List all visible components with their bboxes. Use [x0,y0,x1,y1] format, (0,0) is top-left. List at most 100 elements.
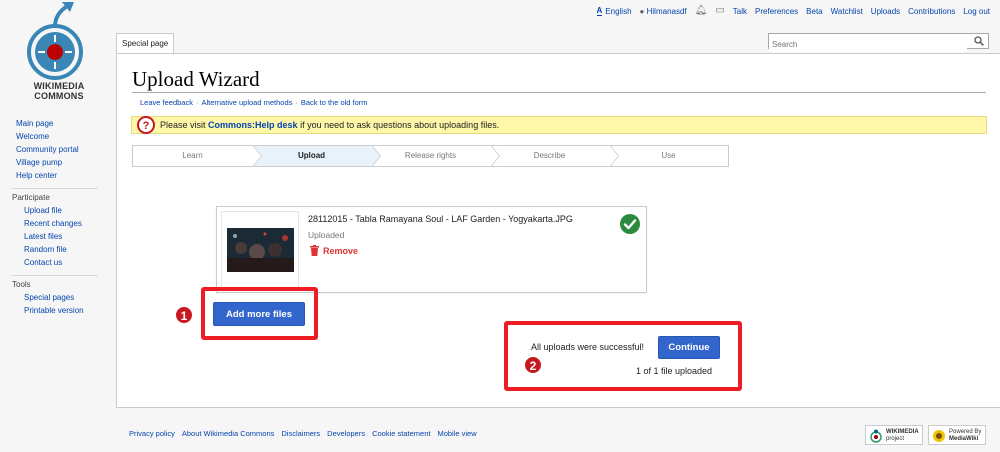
step-use: Use [609,146,728,166]
step-label: Learn [182,151,203,160]
trash-icon [310,245,319,256]
contributions-link[interactable]: Contributions [908,7,955,16]
add-more-files-button[interactable]: Add more files [213,302,305,326]
sidebar-tools: Tools Special pages Printable version [0,275,112,317]
notice-prefix: Please visit [160,120,209,130]
uploads-link[interactable]: Uploads [871,7,900,16]
step-label: Release rights [404,151,457,160]
back-to-old-form-link[interactable]: Back to the old form [301,98,368,107]
user-icon: ● [639,6,645,16]
file-status: Uploaded [308,230,345,240]
title-divider [132,92,986,93]
notices-tray-icon[interactable]: ▭ [715,6,724,16]
disclaimers-link[interactable]: Disclaimers [281,429,320,438]
upload-success-check-icon [620,214,640,234]
step-arrow-fill [490,145,499,167]
help-question-icon: ? [137,116,155,134]
subnav: Leave feedback · Alternative upload method… [140,98,368,107]
subnav-separator: · [195,98,199,107]
upload-success-message: All uploads were successful! [531,342,645,352]
sidebar-item-welcome[interactable]: Welcome [0,130,112,143]
talk-link[interactable]: Talk [733,7,747,16]
step-label: Describe [533,151,566,160]
mobile-view-link[interactable]: Mobile view [437,429,476,438]
mediawiki-sunflower-icon [933,430,945,442]
leave-feedback-link[interactable]: Leave feedback [140,98,193,107]
step-upload: Upload [252,145,381,167]
sidebar: Main page Welcome Community portal Villa… [0,117,112,323]
wordmark-line-1: WIKIMEDIA [33,81,85,91]
thumbnail-photo [227,228,294,272]
sidebar-navigation: Main page Welcome Community portal Villa… [0,117,112,182]
notice-suffix: if you need to ask questions about uploa… [297,120,500,130]
sidebar-item-latest-files[interactable]: Latest files [0,230,112,243]
logout-link[interactable]: Log out [963,7,990,16]
step-release-rights: Release rights [371,145,500,167]
help-notice: ? Please visit Commons:Help desk if you … [131,116,987,134]
wikimedia-project-badge[interactable]: WIKIMEDIA project [865,425,923,445]
about-link[interactable]: About Wikimedia Commons [182,429,275,438]
page-title: Upload Wizard [132,67,260,91]
callout-badge-2: 2 [524,356,542,374]
language-link[interactable]: English [605,7,631,16]
step-learn: Learn [133,145,262,167]
wordmark-line-2: COMMONS [34,91,84,101]
help-desk-link[interactable]: Commons:Help desk [208,120,298,130]
wizard-steps: Learn Upload Release rights Describe Use [132,145,729,167]
continue-button[interactable]: Continue [658,336,720,359]
user-link[interactable]: ● Hilmanasdf [640,7,687,16]
sidebar-item-special-pages[interactable]: Special pages [0,291,112,304]
step-label: Upload [297,151,326,160]
step-arrow-fill [252,145,261,167]
sidebar-item-printable-version[interactable]: Printable version [0,304,112,317]
username[interactable]: Hilmanasdf [647,7,687,16]
subnav-separator: · [295,98,298,107]
personal-tools: A English ● Hilmanasdf 🔔︎ ▭ Talk Prefere… [596,5,990,16]
wikimedia-commons-logo[interactable]: WIKIMEDIA COMMONS [14,0,104,108]
logo-wordmark: WIKIMEDIA COMMONS [18,81,100,101]
uploaded-count: 1 of 1 file uploaded [636,366,713,376]
sidebar-item-help-center[interactable]: Help center [0,169,112,182]
checkmark-icon [623,219,637,230]
callout-badge-1: 1 [175,306,193,324]
sidebar-item-contact-us[interactable]: Contact us [0,256,112,269]
sidebar-item-upload-file[interactable]: Upload file [0,204,112,217]
alternative-upload-methods-link[interactable]: Alternative upload methods [201,98,292,107]
search-icon[interactable] [974,36,984,46]
preferences-link[interactable]: Preferences [755,7,798,16]
language-icon: A [596,5,603,16]
language-selector[interactable]: A English [596,5,632,16]
wikimedia-badge-line-2: project [886,436,905,442]
sidebar-item-main-page[interactable]: Main page [0,117,112,130]
step-describe: Describe [490,145,619,167]
wikimedia-badge-icon [870,429,882,443]
notifications-bell-icon[interactable]: 🔔︎ [695,6,708,16]
uploaded-file-card: 28112015 - Tabla Ramayana Soul - LAF Gar… [216,206,647,293]
participate-heading: Participate [12,193,50,202]
sidebar-item-recent-changes[interactable]: Recent changes [0,217,112,230]
step-arrow-fill [609,145,618,167]
search-input[interactable] [769,37,967,52]
sidebar-separator [12,188,98,189]
svg-text:?: ? [143,120,150,132]
remove-file-button[interactable]: Remove [310,245,358,256]
powered-by-mediawiki-badge[interactable]: Powered By MediaWiki [928,425,986,445]
sidebar-separator [12,275,98,276]
file-thumbnail-frame [221,211,299,289]
cookie-statement-link[interactable]: Cookie statement [372,429,430,438]
watchlist-link[interactable]: Watchlist [831,7,863,16]
commons-logo-icon [27,2,83,80]
file-name: 28112015 - Tabla Ramayana Soul - LAF Gar… [308,214,573,224]
beta-link[interactable]: Beta [806,7,822,16]
developers-link[interactable]: Developers [327,429,365,438]
wikimedia-badge-line-1: WIKIMEDIA [886,429,919,435]
tab-special-page[interactable]: Special page [116,33,175,53]
search-box [768,33,989,52]
step-label: Use [661,151,676,160]
mediawiki-badge-line-2: MediaWiki [949,436,979,442]
privacy-policy-link[interactable]: Privacy policy [129,429,175,438]
sidebar-item-village-pump[interactable]: Village pump [0,156,112,169]
remove-label: Remove [323,245,359,256]
sidebar-item-random-file[interactable]: Random file [0,243,112,256]
sidebar-item-community-portal[interactable]: Community portal [0,143,112,156]
